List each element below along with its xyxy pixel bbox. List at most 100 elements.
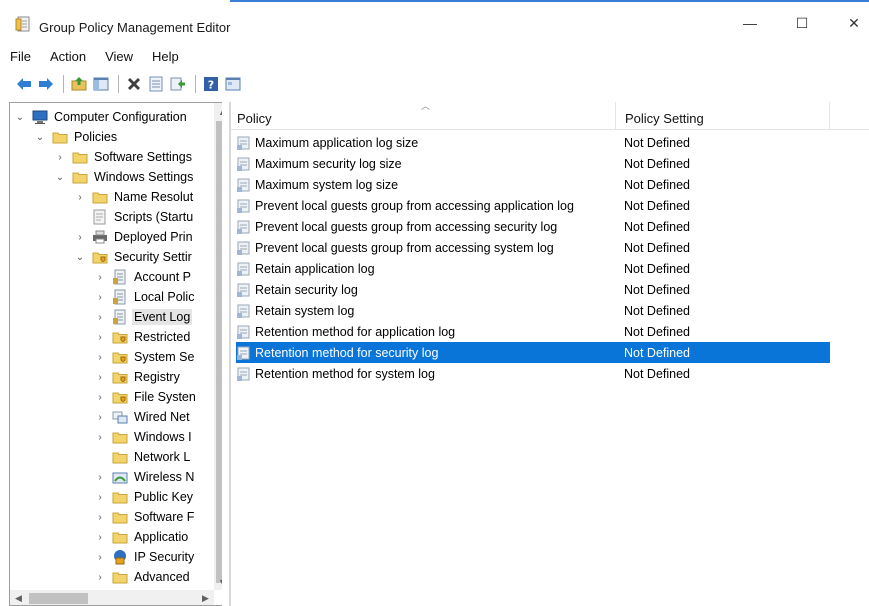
- tree-node-label: Event Log: [132, 309, 193, 325]
- expand-chevron-icon[interactable]: ›: [94, 572, 106, 583]
- scroll-right-icon[interactable]: ▶: [197, 590, 214, 605]
- policy-name: Retain security log: [255, 282, 358, 297]
- tree-node[interactable]: › Event Log: [94, 307, 193, 327]
- expand-chevron-icon[interactable]: ›: [94, 392, 106, 403]
- show-hide-tree-button[interactable]: [91, 74, 111, 94]
- tree-node[interactable]: Scripts (Startu: [74, 207, 195, 227]
- collapse-chevron-icon[interactable]: ⌄: [54, 172, 66, 183]
- tree-node-label: Software Settings: [94, 150, 192, 164]
- minimize-button[interactable]: —: [727, 8, 773, 38]
- tree-node[interactable]: › Account P: [94, 267, 193, 287]
- close-button[interactable]: ✕: [831, 8, 869, 38]
- tree-node[interactable]: › IP Security: [94, 547, 196, 567]
- tree-node[interactable]: › Registry: [94, 367, 182, 387]
- tree-node[interactable]: ⌄ Windows Settings: [54, 167, 195, 187]
- expand-chevron-icon[interactable]: ›: [94, 352, 106, 363]
- policy-row[interactable]: Retain system log Not Defined: [236, 300, 830, 321]
- tree-node[interactable]: Network L: [94, 447, 192, 467]
- folder-icon: [112, 449, 128, 465]
- policy-row[interactable]: Maximum security log size Not Defined: [236, 153, 830, 174]
- expand-chevron-icon[interactable]: ›: [94, 472, 106, 483]
- policy-name: Prevent local guests group from accessin…: [255, 198, 574, 213]
- policy-name: Maximum security log size: [255, 156, 402, 171]
- tree-node[interactable]: › Wireless N: [94, 467, 196, 487]
- scroll-thumb[interactable]: [29, 593, 88, 604]
- scroll-left-icon[interactable]: ◀: [10, 590, 27, 605]
- tree-node[interactable]: › Name Resolut: [74, 187, 195, 207]
- expand-chevron-icon[interactable]: ›: [74, 232, 86, 243]
- column-header-policy-setting[interactable]: Policy Setting: [619, 102, 830, 130]
- scroll-down-icon[interactable]: ▼: [214, 573, 222, 590]
- policy-setting-icon: [236, 198, 252, 214]
- tree-horizontal-scrollbar[interactable]: ◀ ▶: [10, 590, 214, 605]
- policy-row[interactable]: Prevent local guests group from accessin…: [236, 216, 830, 237]
- policy-row[interactable]: Maximum system log size Not Defined: [236, 174, 830, 195]
- policy-name: Prevent local guests group from accessin…: [255, 240, 554, 255]
- policy-row[interactable]: Maximum application log size Not Defined: [236, 132, 830, 153]
- policy-row[interactable]: Prevent local guests group from accessin…: [236, 237, 830, 258]
- expand-chevron-icon[interactable]: ›: [54, 152, 66, 163]
- folder-icon: [52, 129, 68, 145]
- tree-node[interactable]: › Public Key: [94, 487, 195, 507]
- tree-node[interactable]: › Restricted: [94, 327, 192, 347]
- tree-node[interactable]: › Advanced: [94, 567, 192, 587]
- tree-node[interactable]: › File Systen: [94, 387, 198, 407]
- menu-file[interactable]: File: [0, 47, 40, 67]
- policy-row[interactable]: Retention method for security log Not Def…: [236, 342, 830, 363]
- column-header-policy[interactable]: ︿ Policy: [231, 101, 616, 130]
- policy-row[interactable]: Prevent local guests group from accessin…: [236, 195, 830, 216]
- properties-button[interactable]: [146, 74, 166, 94]
- collapse-chevron-icon[interactable]: ⌄: [34, 132, 46, 143]
- help-button[interactable]: ?: [201, 74, 221, 94]
- policy-setting-value: Not Defined: [624, 303, 691, 318]
- tree-node-root[interactable]: ⌄ Computer Configuration: [14, 107, 189, 127]
- expand-chevron-icon[interactable]: ›: [94, 552, 106, 563]
- policy-row[interactable]: Retention method for application log Not …: [236, 321, 830, 342]
- menu-view[interactable]: View: [95, 47, 142, 67]
- tree-node-label: Applicatio: [134, 530, 189, 544]
- menu-action[interactable]: Action: [40, 47, 95, 67]
- expand-chevron-icon[interactable]: ›: [94, 292, 106, 303]
- expand-chevron-icon[interactable]: ›: [94, 312, 106, 323]
- menu-help[interactable]: Help: [142, 47, 188, 67]
- expand-chevron-icon[interactable]: ›: [94, 332, 106, 343]
- delete-button[interactable]: [124, 74, 144, 94]
- collapse-chevron-icon[interactable]: ⌄: [74, 252, 86, 263]
- tree-node[interactable]: › Windows I: [94, 427, 194, 447]
- tree-node[interactable]: ⌄ Policies: [34, 127, 119, 147]
- policy-name: Retention method for application log: [255, 324, 456, 339]
- expand-chevron-icon[interactable]: ›: [74, 192, 86, 203]
- tree-vertical-scrollbar[interactable]: ▲ ▼: [214, 103, 222, 590]
- scroll-up-icon[interactable]: ▲: [214, 103, 222, 120]
- tree-node[interactable]: › Software F: [94, 507, 196, 527]
- title-bar[interactable]: Group Policy Management Editor — ☐ ✕: [0, 0, 869, 42]
- expand-chevron-icon[interactable]: ›: [94, 492, 106, 503]
- policy-row[interactable]: Retention method for system log Not Defin…: [236, 363, 830, 384]
- tree-node[interactable]: ⌄ Security Settir: [74, 247, 194, 267]
- policy-setting-icon: [236, 366, 252, 382]
- tree-node[interactable]: › Deployed Prin: [74, 227, 195, 247]
- policy-row[interactable]: Retain application log Not Defined: [236, 258, 830, 279]
- collapse-chevron-icon[interactable]: ⌄: [14, 112, 26, 123]
- up-one-level-button[interactable]: [69, 74, 89, 94]
- expand-chevron-icon[interactable]: ›: [94, 532, 106, 543]
- policy-row[interactable]: Retain security log Not Defined: [236, 279, 830, 300]
- back-button[interactable]: [14, 74, 34, 94]
- forward-button[interactable]: [36, 74, 56, 94]
- expand-chevron-icon[interactable]: ›: [94, 512, 106, 523]
- export-list-button[interactable]: [168, 74, 188, 94]
- tree-node[interactable]: › Local Polic: [94, 287, 196, 307]
- tree-node[interactable]: › Wired Net: [94, 407, 192, 427]
- console-tree-pane[interactable]: ⌄ Computer Configuration ⌄ Policies › Softwar…: [9, 102, 222, 606]
- expand-chevron-icon[interactable]: ›: [94, 432, 106, 443]
- expand-chevron-icon[interactable]: ›: [94, 412, 106, 423]
- tree-node[interactable]: › System Se: [94, 347, 196, 367]
- tree-node[interactable]: › Software Settings: [54, 147, 194, 167]
- scroll-thumb[interactable]: [216, 121, 222, 583]
- expand-chevron-icon[interactable]: ›: [94, 372, 106, 383]
- view-button[interactable]: [223, 74, 243, 94]
- expand-chevron-icon[interactable]: ›: [94, 272, 106, 283]
- tree-node[interactable]: › Applicatio: [94, 527, 190, 547]
- policy-setting-icon: [236, 303, 252, 319]
- maximize-button[interactable]: ☐: [779, 8, 825, 38]
